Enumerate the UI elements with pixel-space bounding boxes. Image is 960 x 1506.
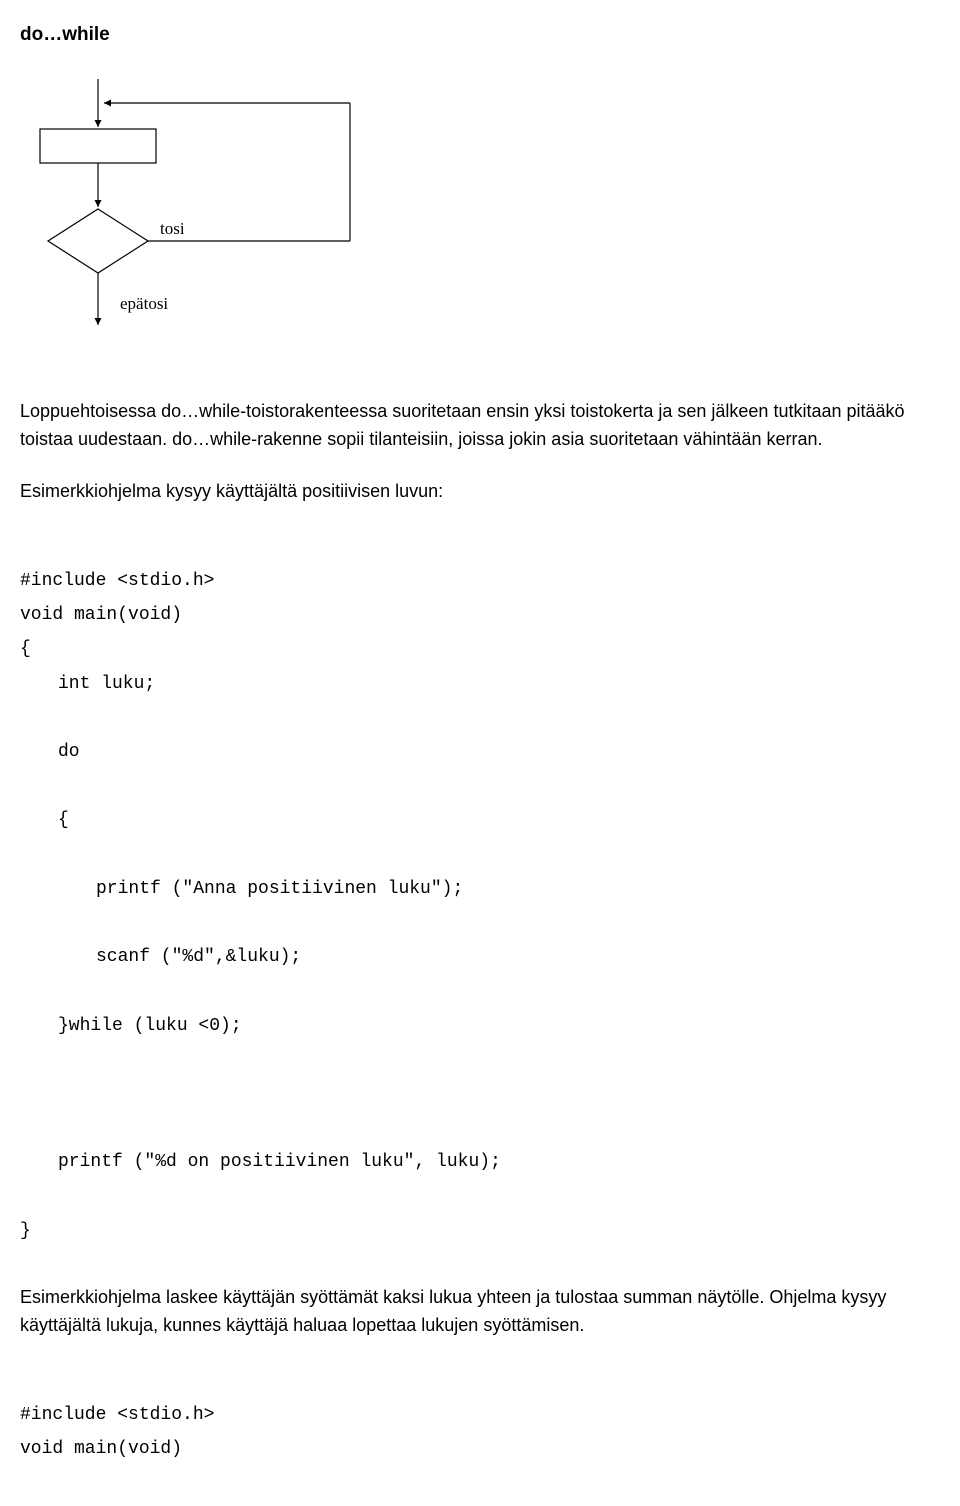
flowchart-diagram: tosi epätosi: [30, 79, 920, 348]
code-line: printf ("Anna positiivinen luku");: [20, 872, 920, 906]
paragraph-example-2-intro: Esimerkkiohjelma laskee käyttäjän syöttä…: [20, 1284, 920, 1340]
code-line: {: [20, 639, 31, 659]
code-line: }: [20, 1221, 31, 1241]
code-line: void main(void): [20, 605, 182, 625]
flow-label-epatosi: epätosi: [120, 294, 168, 313]
code-line: void main(void): [20, 1439, 182, 1459]
code-line: }while (luku <0);: [20, 1009, 920, 1043]
flow-label-tosi: tosi: [160, 219, 185, 238]
text-line: Esimerkkiohjelma laskee käyttäjän syöttä…: [20, 1287, 697, 1307]
code-block-1: #include <stdio.h> void main(void) { int…: [20, 530, 920, 1248]
text-line: jokin asia suoritetaan vähintään kerran.: [509, 429, 822, 449]
code-block-2: #include <stdio.h> void main(void): [20, 1364, 920, 1467]
code-line: scanf ("%d",&luku);: [20, 940, 920, 974]
code-line: printf ("%d on positiivinen luku", luku)…: [20, 1145, 920, 1179]
code-line: #include <stdio.h>: [20, 571, 214, 591]
code-line: {: [20, 803, 920, 837]
paragraph-example-1-intro: Esimerkkiohjelma kysyy käyttäjältä posit…: [20, 478, 920, 506]
text-line: syöttämisen.: [483, 1315, 584, 1335]
text-line: Loppuehtoisessa do…while-toistorakentees…: [20, 401, 711, 421]
page-title: do…while: [20, 20, 920, 49]
code-line: do: [20, 735, 920, 769]
code-line: int luku;: [20, 667, 920, 701]
paragraph-intro: Loppuehtoisessa do…while-toistorakentees…: [20, 398, 920, 454]
code-line: #include <stdio.h>: [20, 1405, 214, 1425]
